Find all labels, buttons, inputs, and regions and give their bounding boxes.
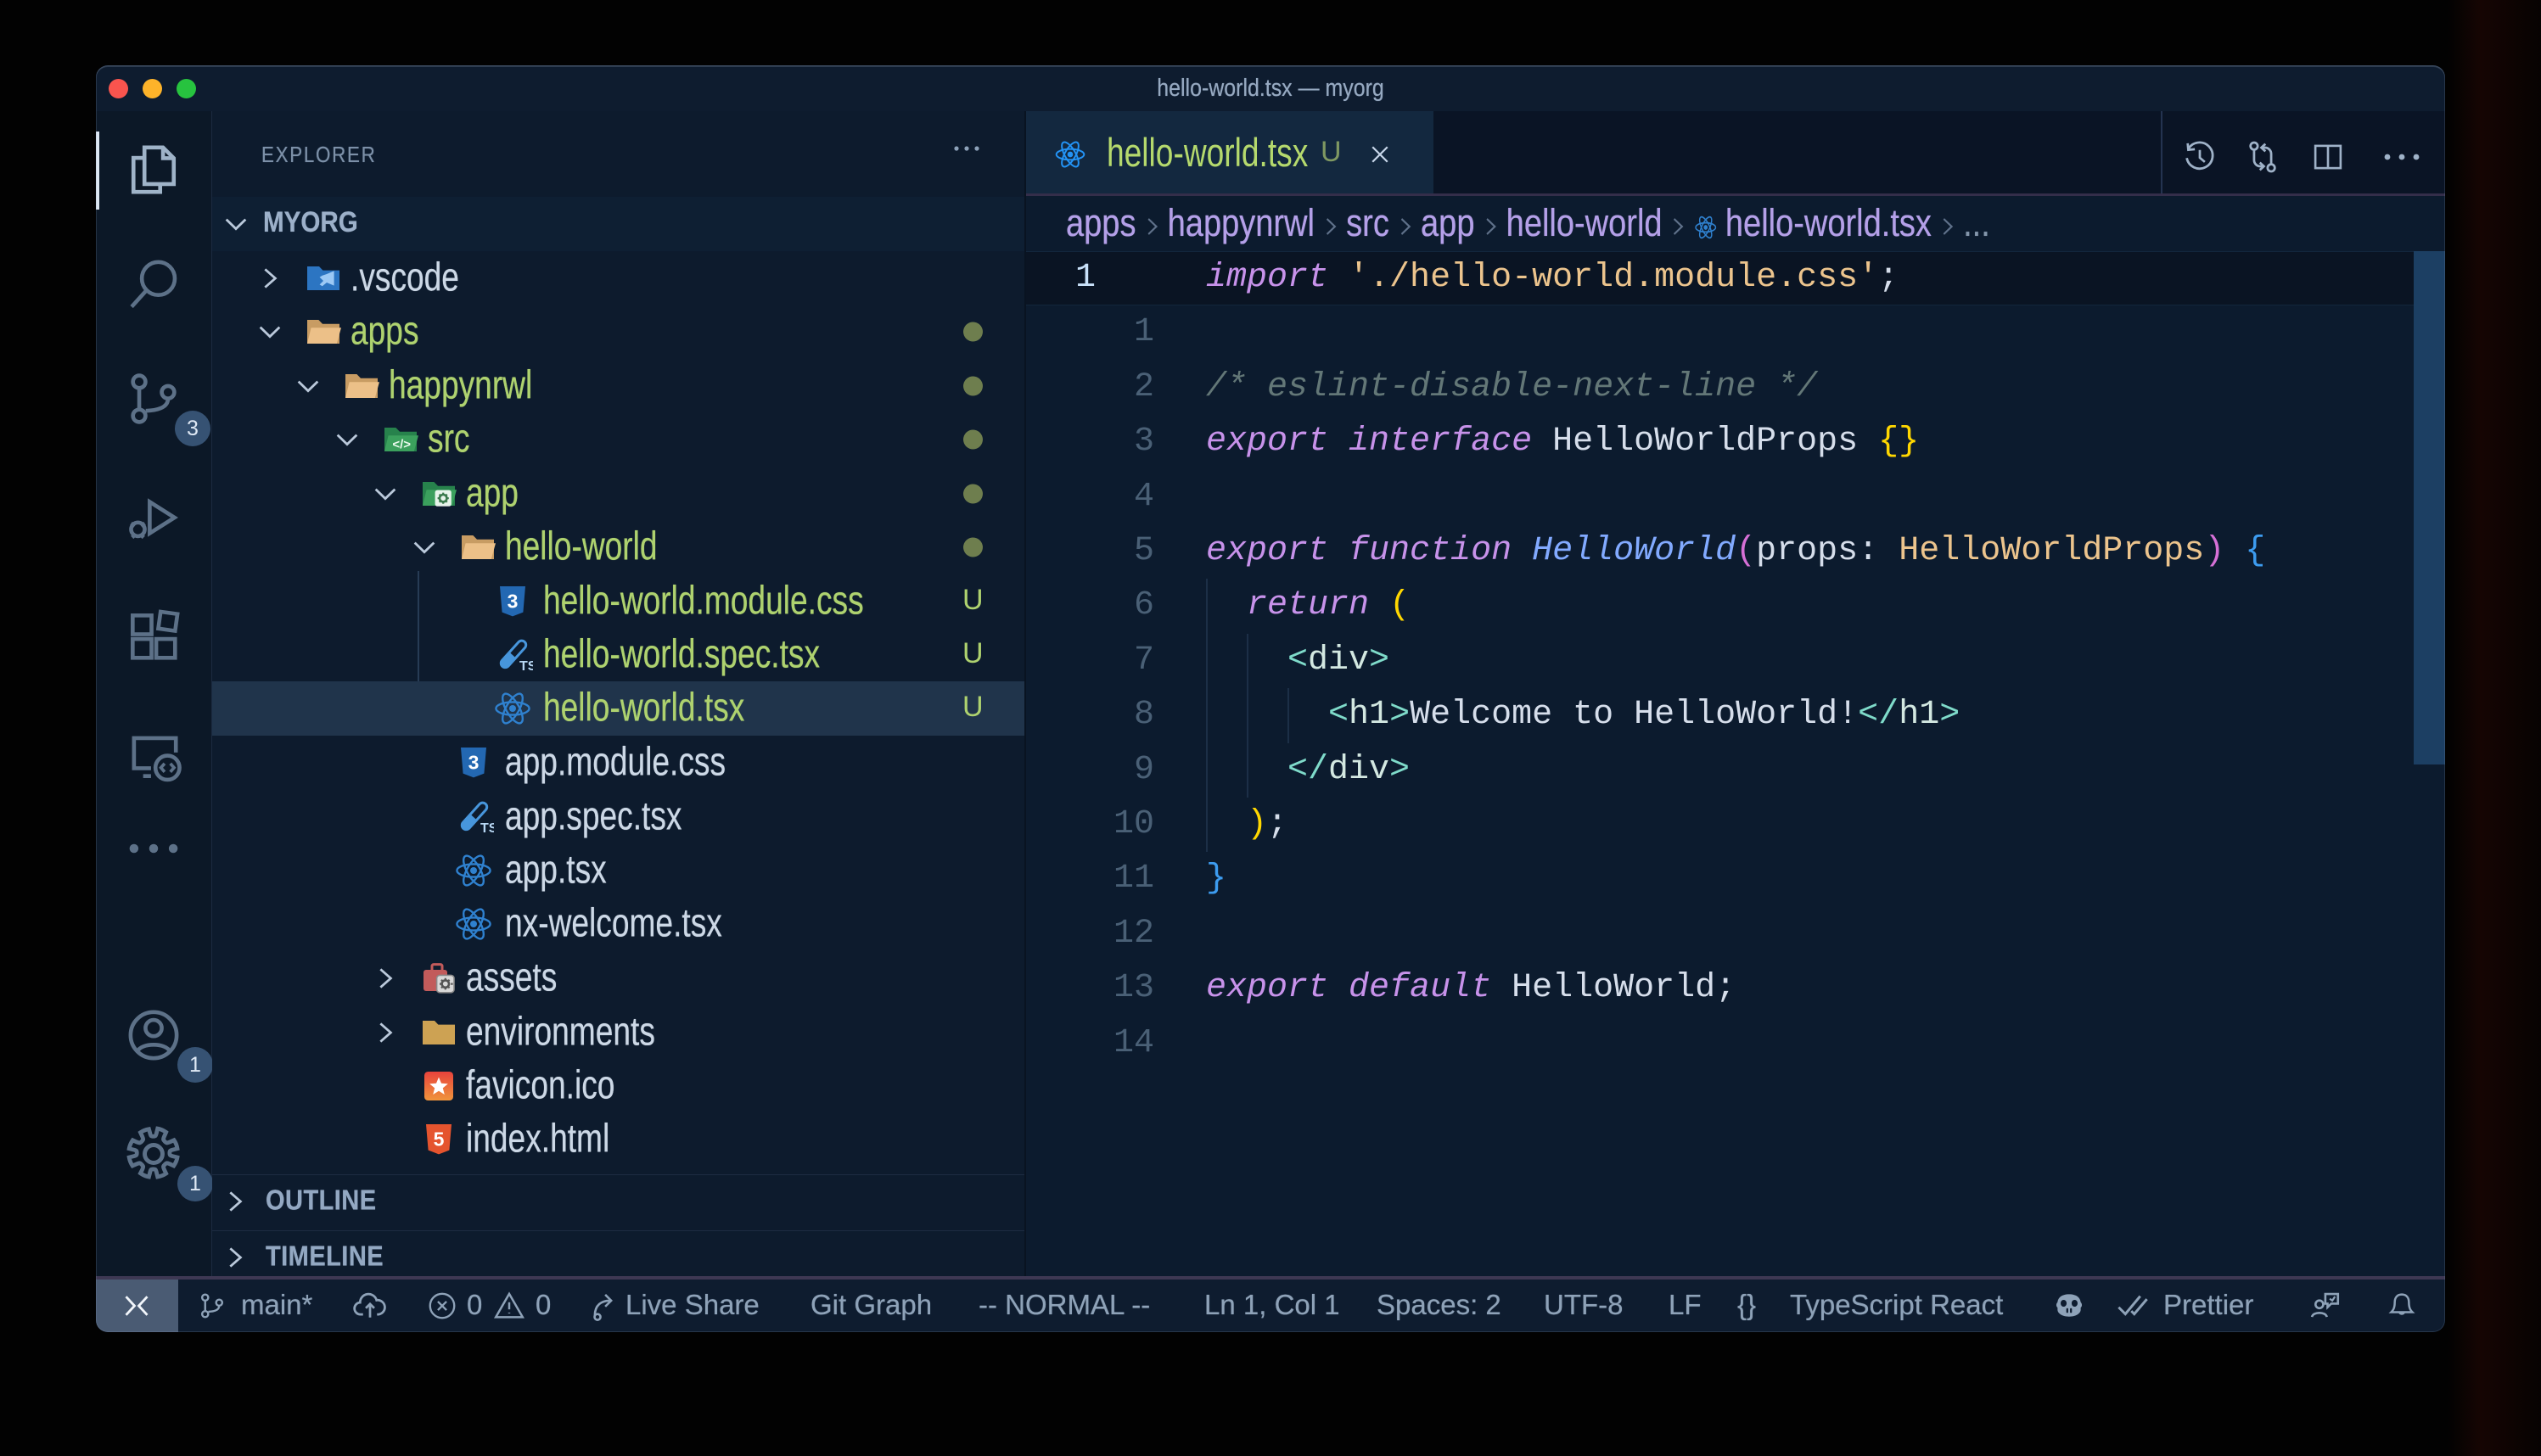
svg-text:3: 3: [468, 752, 480, 774]
svg-text:3: 3: [508, 591, 519, 613]
svg-text:TS: TS: [519, 659, 533, 674]
svg-text:</>: </>: [392, 438, 411, 452]
svg-text:TS: TS: [480, 821, 494, 836]
svg-text:5: 5: [434, 1128, 445, 1151]
